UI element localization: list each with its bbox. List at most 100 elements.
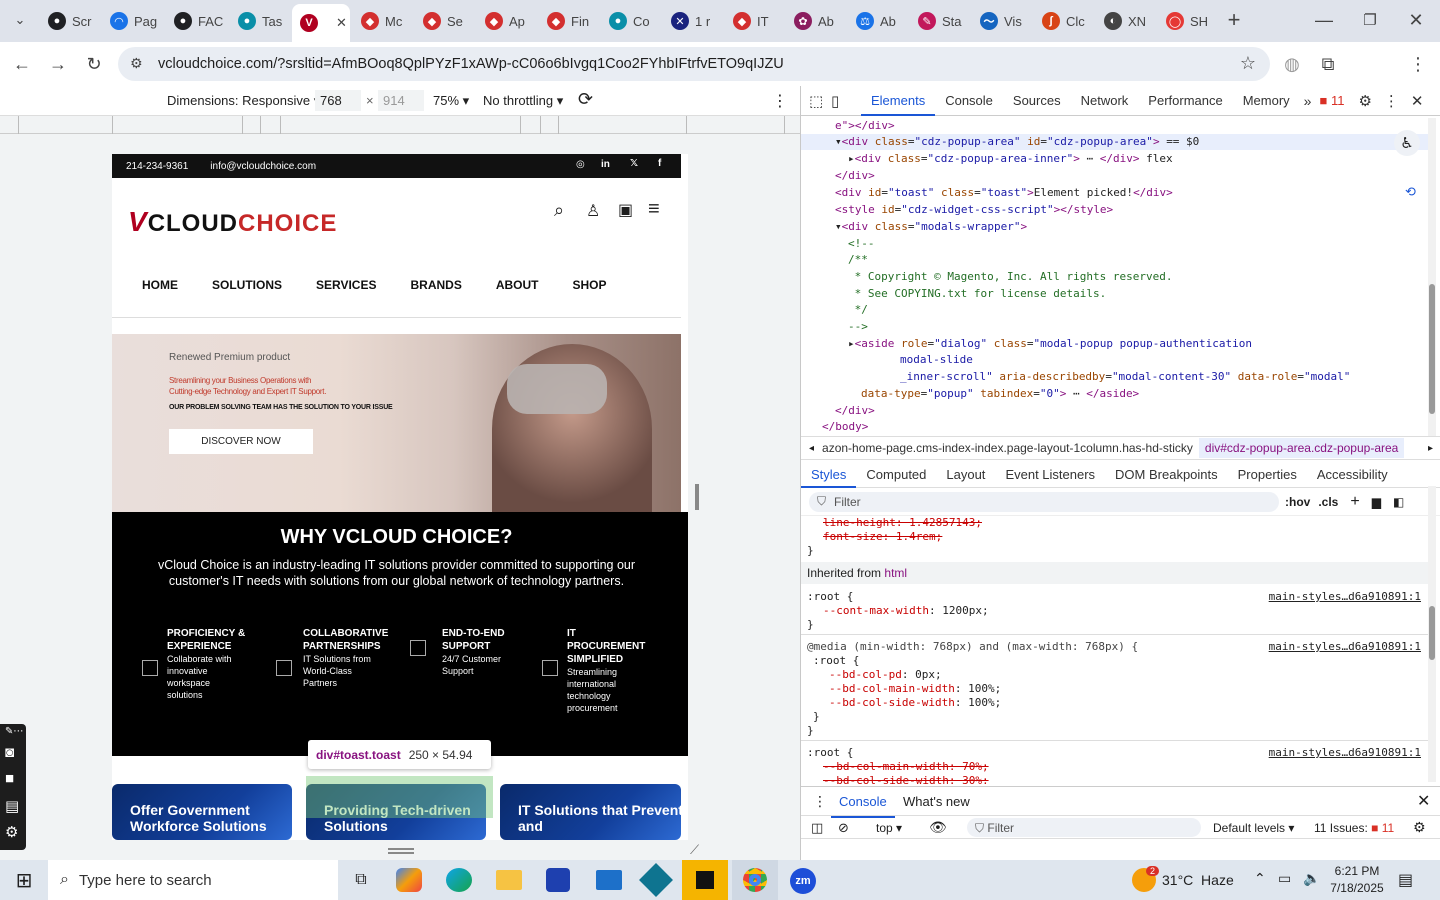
reload-icon[interactable]: ↻: [82, 52, 106, 76]
style-source-3[interactable]: main-styles…d6a910891:1: [1269, 746, 1421, 760]
width-input[interactable]: 768: [315, 90, 361, 111]
dom-node-line[interactable]: modal-slide: [900, 352, 973, 368]
discover-now-button[interactable]: DISCOVER NOW: [169, 429, 313, 454]
drawer-tab-console[interactable]: Console: [831, 787, 895, 818]
root-prop[interactable]: --cont-max-width: [823, 604, 929, 617]
nav-item-services[interactable]: SERVICES: [316, 278, 376, 292]
linkedin-icon[interactable]: in: [601, 159, 610, 170]
cls-toggle[interactable]: .cls: [1318, 495, 1338, 509]
viewport-resize-handle-bottom[interactable]: [388, 848, 414, 854]
mail-icon[interactable]: [596, 870, 622, 890]
volume-icon[interactable]: 🔈: [1303, 870, 1320, 887]
browser-tab[interactable]: ◯ SH: [1158, 6, 1219, 36]
devtools-tab-memory[interactable]: Memory: [1233, 86, 1300, 116]
dom-node-line[interactable]: <!--: [848, 236, 875, 252]
browser-tab[interactable]: ● Tas: [230, 6, 291, 36]
dom-node-line[interactable]: /**: [848, 252, 868, 268]
dom-node-line[interactable]: </div>: [835, 168, 875, 184]
browser-tab[interactable]: 〜 Vis: [972, 6, 1033, 36]
browser-tab[interactable]: ◆ Ap: [477, 6, 538, 36]
css-declaration[interactable]: --bd-col-pd: 0px;: [829, 668, 942, 682]
tray-chevron-icon[interactable]: ⌃: [1254, 870, 1266, 887]
promo-card[interactable]: Offer Government Workforce Solutions: [112, 784, 292, 840]
browser-menu-icon[interactable]: ⋮: [1406, 52, 1430, 76]
clock-time[interactable]: 6:21 PM: [1332, 864, 1382, 878]
styles-filter-input[interactable]: ⛉ Filter: [809, 491, 1279, 512]
close-tab-icon[interactable]: ✕: [336, 15, 347, 31]
file-explorer-icon[interactable]: [496, 870, 522, 890]
subtab-computed[interactable]: Computed: [856, 462, 936, 488]
store-icon[interactable]: [546, 868, 570, 892]
clear-console-icon[interactable]: ⊘: [838, 820, 849, 836]
browser-tab[interactable]: ◆ IT: [725, 6, 786, 36]
root-val[interactable]: 1200px;: [942, 604, 988, 617]
site-info-icon[interactable]: ⚙: [130, 55, 143, 72]
devtools-menu-icon[interactable]: ⋮: [1384, 92, 1399, 110]
device-options-icon[interactable]: ⋮: [772, 91, 788, 111]
dom-node-line[interactable]: * See COPYING.txt for license details.: [848, 286, 1107, 302]
dom-node-line[interactable]: ▸<aside role="dialog" class="modal-popup…: [848, 336, 1252, 352]
browser-tab[interactable]: ⚖ Ab: [848, 6, 909, 36]
styles-pane[interactable]: line-height: 1.42857143; font-size: 1.4r…: [801, 516, 1429, 784]
zoom-dropdown[interactable]: 75% ▾: [433, 93, 469, 109]
live-expression-icon[interactable]: 👁: [929, 819, 947, 836]
maximize-button[interactable]: ❐: [1358, 8, 1382, 32]
back-icon[interactable]: ←: [10, 52, 34, 76]
task-view-icon[interactable]: ⧉: [346, 860, 376, 900]
cart-icon[interactable]: ▣: [618, 200, 633, 220]
dom-node-line[interactable]: <style id="cdz-widget-css-script"></styl…: [835, 202, 1113, 218]
viewport-resize-handle-right[interactable]: [695, 484, 699, 510]
console-settings-icon[interactable]: ⚙: [1413, 819, 1426, 836]
browser-tab[interactable]: ● FAC: [166, 6, 227, 36]
dom-node-line[interactable]: </body>: [822, 419, 868, 434]
dom-node-line[interactable]: */: [848, 302, 868, 318]
dom-node-line[interactable]: * Copyright © Magento, Inc. All rights r…: [848, 269, 1173, 285]
style-source-1[interactable]: main-styles…d6a910891:1: [1269, 590, 1421, 604]
issues-badge[interactable]: ■ 11: [1319, 93, 1344, 108]
weather-text[interactable]: 31°C Haze: [1162, 872, 1234, 888]
crumb-body[interactable]: azon-home-page.cms-index-index.page-layo…: [822, 441, 1193, 455]
notifications-icon[interactable]: ▤: [1398, 870, 1413, 890]
browser-tab[interactable]: ʃ Clc: [1034, 6, 1095, 36]
viewport-resize-corner[interactable]: ⟋: [690, 842, 699, 858]
new-rule-icon[interactable]: +: [1350, 493, 1359, 511]
browser-tab[interactable]: V ✕: [292, 4, 350, 42]
camera-icon[interactable]: ◙: [5, 744, 14, 761]
inspect-element-icon[interactable]: ⬚: [809, 92, 831, 110]
browser-tab[interactable]: ✿ Ab: [786, 6, 847, 36]
forward-icon[interactable]: →: [46, 52, 70, 76]
promo-card[interactable]: IT Solutions that Prevent and: [500, 784, 681, 840]
close-window-button[interactable]: ✕: [1404, 8, 1428, 32]
subtab-properties[interactable]: Properties: [1228, 462, 1307, 488]
devtools-tab-elements[interactable]: Elements: [861, 86, 936, 116]
address-bar[interactable]: ⚙ vcloudchoice.com/?srsltid=AfmBOoq8QplP…: [118, 47, 1270, 81]
sticky-notes-icon[interactable]: [682, 860, 728, 900]
nav-item-shop[interactable]: SHOP: [573, 278, 607, 292]
crumb-selected[interactable]: div#cdz-popup-area.cdz-popup-area: [1198, 438, 1405, 458]
console-issues-button[interactable]: 11 Issues: ■ 11: [1314, 821, 1394, 835]
more-tabs-icon[interactable]: »: [1304, 93, 1312, 109]
video-icon[interactable]: ■: [5, 770, 14, 787]
hamburger-menu-icon[interactable]: ≡: [648, 198, 660, 221]
dimensions-dropdown[interactable]: Dimensions: Responsive ▾: [167, 93, 320, 109]
edge-icon[interactable]: [446, 868, 472, 892]
console-filter-input[interactable]: ⛉ Filter: [967, 818, 1201, 837]
facebook-icon[interactable]: f: [658, 158, 661, 169]
copilot-icon[interactable]: [396, 868, 422, 892]
dom-node-line[interactable]: _inner-scroll" aria-describedby="modal-c…: [900, 369, 1350, 385]
dom-node-line[interactable]: </div>: [835, 403, 875, 419]
nav-item-brands[interactable]: BRANDS: [410, 278, 461, 292]
instagram-icon[interactable]: ◎: [576, 159, 585, 170]
paint-icon[interactable]: ▆: [1372, 495, 1381, 509]
site-search-icon[interactable]: ⌕: [554, 200, 564, 221]
network-icon[interactable]: ▭: [1278, 870, 1291, 887]
close-devtools-icon[interactable]: ✕: [1411, 92, 1424, 110]
browser-tab[interactable]: ◐ XN: [1096, 6, 1157, 36]
translate-icon[interactable]: ◍: [1280, 52, 1304, 76]
dom-node-line[interactable]: ▾<div class="cdz-popup-area" id="cdz-pop…: [801, 134, 1429, 150]
browser-tab[interactable]: ◆ Mc: [353, 6, 414, 36]
taskbar-search-box[interactable]: ⌕ Type here to search: [48, 860, 338, 900]
device-toggle-icon[interactable]: ▯: [831, 92, 861, 110]
phone-link[interactable]: 214-234-9361: [126, 161, 188, 172]
sidebar-toggle-icon[interactable]: ◧: [1393, 495, 1404, 509]
